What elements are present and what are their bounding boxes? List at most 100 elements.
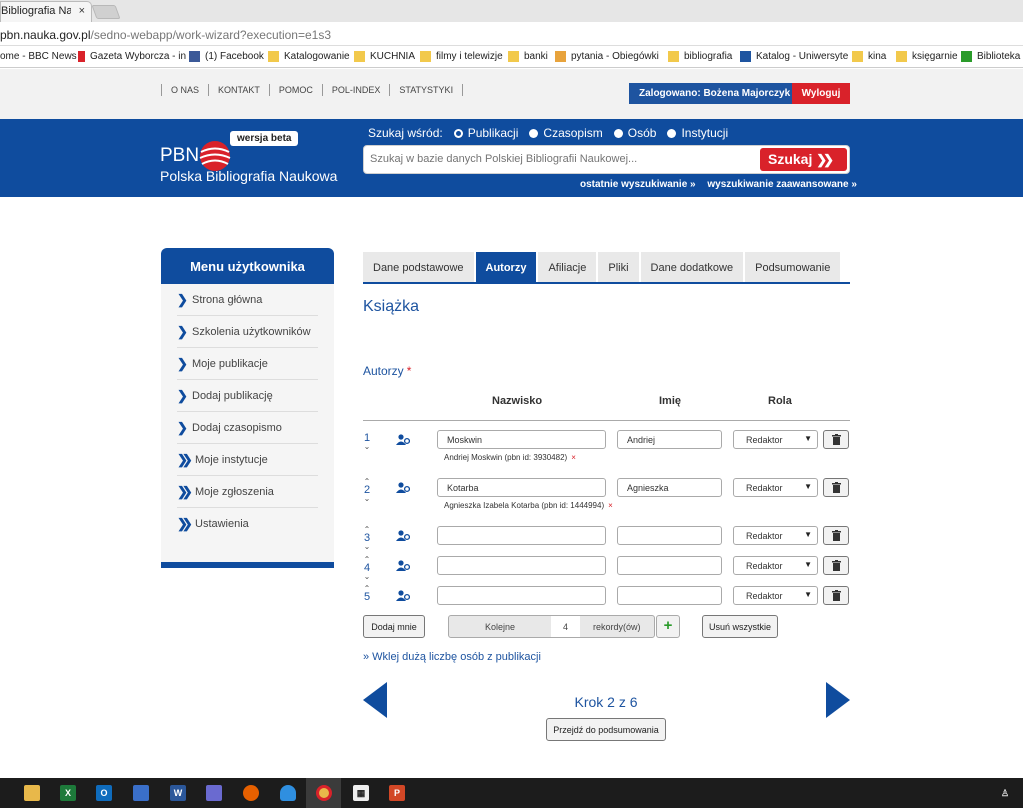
- bookmark[interactable]: KUCHNIA: [354, 51, 415, 62]
- tab-authors[interactable]: Autorzy: [475, 252, 537, 282]
- firefox-icon[interactable]: [243, 785, 259, 801]
- nav-link-pol-index[interactable]: POL-INDEX: [321, 84, 390, 96]
- surname-field[interactable]: [437, 586, 606, 605]
- search-button[interactable]: Szukaj ❯❯: [760, 148, 847, 171]
- add-records-button[interactable]: +: [656, 615, 680, 638]
- paste-persons-link[interactable]: » Wklej dużą liczbę osób z publikacji: [363, 651, 541, 663]
- delete-row-button[interactable]: [823, 586, 849, 605]
- calculator-icon[interactable]: ▦: [353, 785, 369, 801]
- tab-basic-data[interactable]: Dane podstawowe: [363, 252, 474, 282]
- sidebar-item-add-publication[interactable]: ❯ Dodaj publikację: [177, 380, 318, 412]
- nav-link-help[interactable]: POMOC: [268, 84, 322, 96]
- sidebar-item-my-publications[interactable]: ❯ Moje publikacje: [177, 348, 318, 380]
- user-icon[interactable]: ♙: [997, 785, 1013, 801]
- url-text[interactable]: pbn.nauka.gov.pl/sedno-webapp/work-wizar…: [0, 28, 331, 42]
- person-icon[interactable]: [396, 482, 410, 493]
- new-tab-button[interactable]: [91, 5, 121, 19]
- browser-tab[interactable]: Bibliografia Nauk... ×: [0, 1, 92, 22]
- word-icon[interactable]: W: [170, 785, 186, 801]
- role-select[interactable]: Redaktor ▼: [733, 430, 818, 449]
- role-select[interactable]: Redaktor ▼: [733, 556, 818, 575]
- advanced-search-link[interactable]: wyszukiwanie zaawansowane »: [707, 179, 857, 190]
- sidebar-item-settings[interactable]: ❯❯ Ustawienia: [177, 508, 318, 540]
- bookmark[interactable]: bibliografia: [668, 51, 732, 62]
- person-icon[interactable]: [396, 530, 410, 541]
- logged-in-user[interactable]: Zalogowano: Bożena Majorczyk: [629, 83, 801, 104]
- radio-publications[interactable]: Publikacji: [453, 126, 518, 140]
- delete-row-button[interactable]: [823, 430, 849, 449]
- bookmark[interactable]: Biblioteka U: [961, 51, 1023, 62]
- bookmark[interactable]: banki: [508, 51, 548, 62]
- bookmark[interactable]: pytania - Obiegówki: [555, 51, 659, 62]
- role-select[interactable]: Redaktor ▼: [733, 586, 818, 605]
- tab-summary[interactable]: Podsumowanie: [745, 252, 841, 282]
- bookmark[interactable]: księgarnie: [896, 51, 958, 62]
- role-select[interactable]: Redaktor ▼: [733, 478, 818, 497]
- go-to-summary-button[interactable]: Przejdź do podsumowania: [546, 718, 666, 741]
- search-input[interactable]: [370, 153, 750, 165]
- name-field[interactable]: Andriej: [617, 430, 722, 449]
- add-records-count-input[interactable]: 4: [551, 616, 580, 637]
- name-field[interactable]: Agnieszka: [617, 478, 722, 497]
- outlook-icon[interactable]: O: [96, 785, 112, 801]
- delete-row-button[interactable]: [823, 478, 849, 497]
- sidebar-item-add-journal[interactable]: ❯ Dodaj czasopismo: [177, 412, 318, 444]
- nav-link-contact[interactable]: KONTAKT: [208, 84, 269, 96]
- remove-all-button[interactable]: Usuń wszystkie: [702, 615, 778, 638]
- pbn-logo[interactable]: PBN Polska Bibliografia Naukowa wersja b…: [160, 131, 350, 191]
- bookmark[interactable]: (1) Facebook: [189, 51, 264, 62]
- row-number[interactable]: ⌃ 2 ⌄: [362, 478, 372, 503]
- add-me-button[interactable]: Dodaj mnie: [363, 615, 425, 638]
- nav-link-about[interactable]: O NAS: [161, 84, 208, 96]
- row-number[interactable]: 1 ⌄: [362, 432, 372, 451]
- remove-match-icon[interactable]: ×: [608, 501, 613, 510]
- delete-row-button[interactable]: [823, 526, 849, 545]
- recent-search-link[interactable]: ostatnie wyszukiwanie »: [580, 179, 696, 190]
- role-select[interactable]: Redaktor ▼: [733, 526, 818, 545]
- tab-affiliations[interactable]: Afiliacje: [538, 252, 597, 282]
- onedrive-icon[interactable]: [280, 785, 296, 801]
- address-bar[interactable]: pbn.nauka.gov.pl/sedno-webapp/work-wizar…: [0, 22, 1023, 46]
- file-explorer-icon[interactable]: [24, 785, 40, 801]
- surname-field[interactable]: [437, 556, 606, 575]
- surname-field[interactable]: Moskwin: [437, 430, 606, 449]
- delete-row-button[interactable]: [823, 556, 849, 575]
- bookmark[interactable]: Katalogowanie: [268, 51, 350, 62]
- sidebar-item-home[interactable]: ❯ Strona główna: [177, 284, 318, 316]
- bookmark[interactable]: ome - BBC News: [0, 51, 77, 62]
- excel-icon[interactable]: X: [60, 785, 76, 801]
- logout-button[interactable]: Wyloguj: [792, 83, 850, 104]
- row-number[interactable]: ⌃ 5: [362, 585, 372, 604]
- person-icon[interactable]: [396, 560, 410, 571]
- sidebar-item-my-requests[interactable]: ❯❯ Moje zgłoszenia: [177, 476, 318, 508]
- sidebar-item-trainings[interactable]: ❯ Szkolenia użytkowników: [177, 316, 318, 348]
- radio-persons[interactable]: Osób: [613, 126, 656, 140]
- powerpoint-icon[interactable]: P: [389, 785, 405, 801]
- bookmark[interactable]: filmy i telewizje: [420, 51, 503, 62]
- tab-additional-data[interactable]: Dane dodatkowe: [640, 252, 744, 282]
- nav-link-statistics[interactable]: STATYSTYKI: [389, 84, 464, 96]
- tab-files[interactable]: Pliki: [598, 252, 639, 282]
- row-number[interactable]: ⌃ 3 ⌄: [362, 526, 372, 551]
- bookmark[interactable]: kina: [852, 51, 886, 62]
- person-icon[interactable]: [396, 434, 410, 445]
- network-icon[interactable]: [206, 785, 222, 801]
- sidebar-item-my-institutions[interactable]: ❯❯ Moje instytucje: [177, 444, 318, 476]
- bookmark[interactable]: Katalog - Uniwersyte: [740, 51, 848, 62]
- name-field[interactable]: [617, 526, 722, 545]
- name-field[interactable]: [617, 556, 722, 575]
- save-disk-icon[interactable]: [133, 785, 149, 801]
- close-icon[interactable]: ×: [79, 5, 85, 17]
- name-field[interactable]: [617, 586, 722, 605]
- row-number[interactable]: ⌃ 4 ⌄: [362, 556, 372, 581]
- next-step-arrow-icon[interactable]: [826, 682, 850, 718]
- previous-step-arrow-icon[interactable]: [363, 682, 387, 718]
- surname-field[interactable]: [437, 526, 606, 545]
- radio-journals[interactable]: Czasopism: [529, 126, 603, 140]
- person-icon[interactable]: [396, 590, 410, 601]
- radio-institutions[interactable]: Instytucji: [667, 126, 728, 140]
- surname-field[interactable]: Kotarba: [437, 478, 606, 497]
- remove-match-icon[interactable]: ×: [571, 453, 576, 462]
- bookmark[interactable]: Gazeta Wyborcza - in: [78, 51, 186, 62]
- chrome-icon[interactable]: [316, 785, 332, 801]
